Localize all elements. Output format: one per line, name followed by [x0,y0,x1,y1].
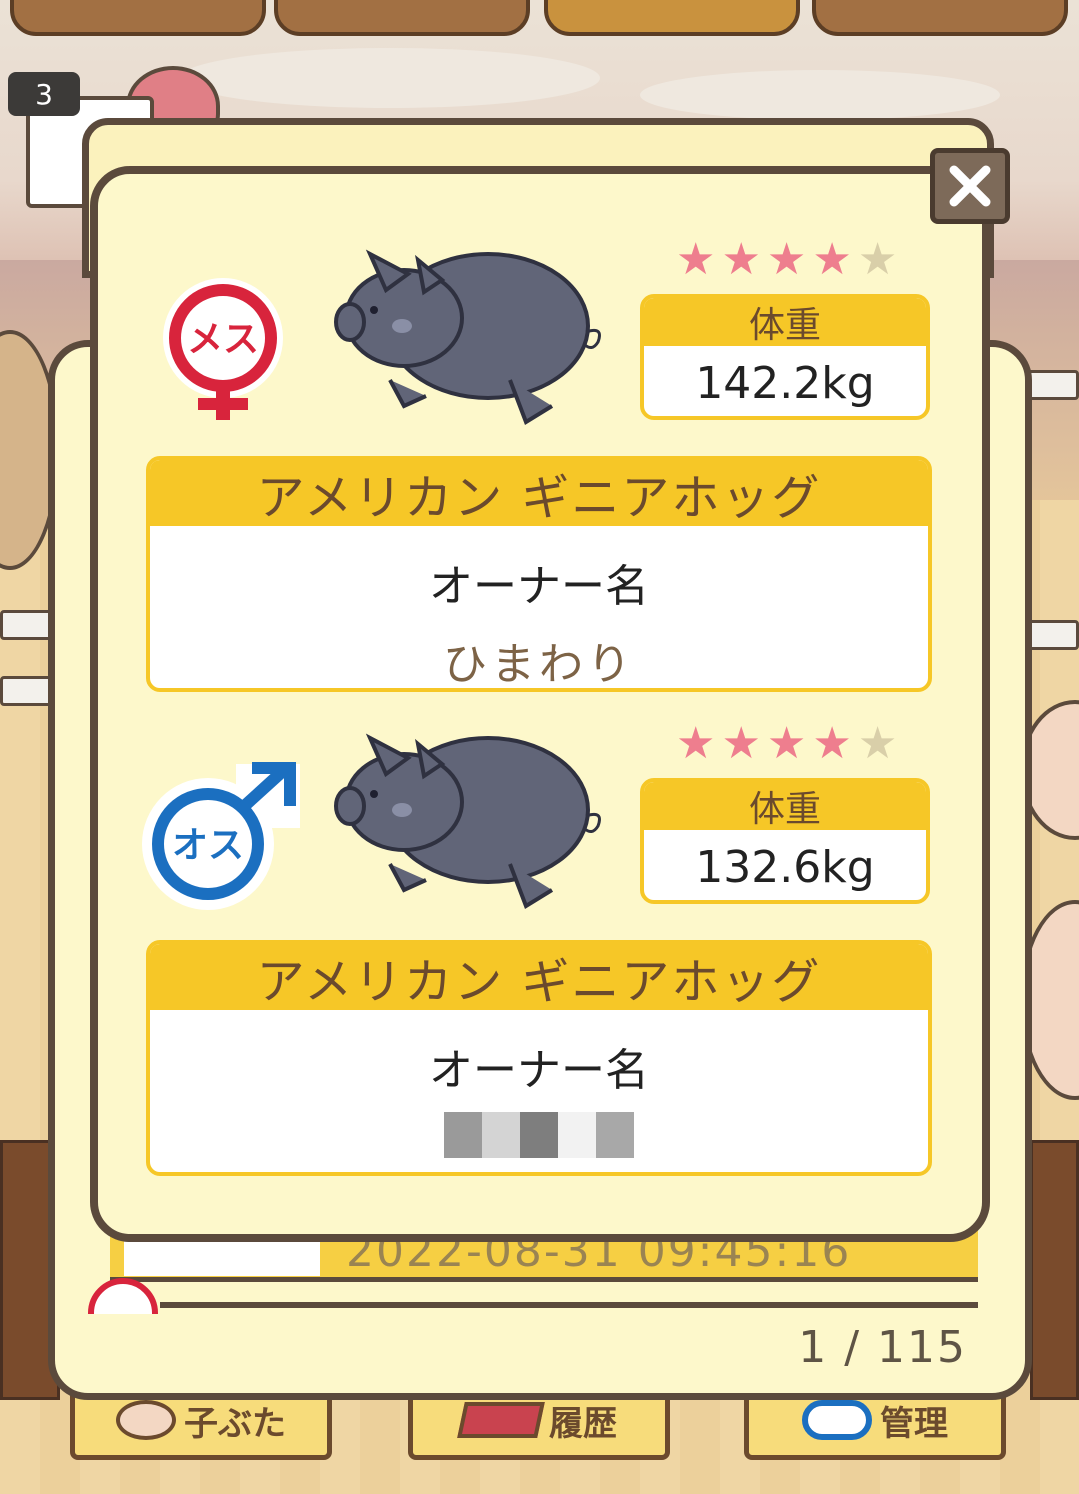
female-badge-icon [88,1278,158,1314]
weight-label: 体重 [644,782,926,830]
breed-name: アメリカン ギニアホッグ [150,944,928,1010]
top-tab[interactable] [274,0,530,36]
star-icon: ★ [857,718,898,769]
weight-value: 142.2kg [695,357,875,409]
weight-label: 体重 [644,298,926,346]
owner-name: ひまわり [443,639,635,690]
key-icon [802,1400,872,1440]
close-icon [949,165,991,207]
close-button[interactable] [930,148,1010,224]
female-icon: メス [163,278,283,420]
owner-label: オーナー名 [429,561,649,612]
weight-panel: 体重 142.2kg [640,294,930,420]
divider [160,1302,978,1308]
star-icon: ★ [812,718,852,769]
star-icon: ★ [766,718,807,769]
rating-stars: ★ ★ ★ ★ ★ [676,722,897,766]
pig-face-icon [116,1400,176,1440]
pig-image [334,733,601,909]
count-badge: 3 [8,72,80,116]
background-post [1030,1140,1079,1400]
star-icon: ★ [857,234,898,285]
top-tab[interactable] [544,0,800,36]
pig-info-card: アメリカン ギニアホッグ オーナー名 [146,940,932,1176]
pig-info-card: アメリカン ギニアホッグ オーナー名 ひまわり [146,456,932,692]
star-icon: ★ [676,234,716,285]
gender-label: メス [187,319,259,360]
star-icon: ★ [676,718,716,769]
star-icon: ★ [812,234,852,285]
background-cloud [640,70,1000,120]
nav-tab-label: 管理 [880,1403,948,1444]
top-tab[interactable] [812,0,1068,36]
nav-tab-label: 履歴 [549,1403,617,1444]
nav-tab-label: 子ぶた [184,1403,286,1444]
pig-image [334,249,601,425]
page-indicator: 1 / 115 [798,1322,967,1373]
weight-value: 132.6kg [695,841,875,893]
background-cloud [180,48,600,108]
star-icon: ★ [721,234,761,285]
weight-panel: 体重 132.6kg [640,778,930,904]
owner-label: オーナー名 [429,1045,649,1096]
breed-name: アメリカン ギニアホッグ [150,460,928,526]
books-icon [457,1402,545,1438]
owner-name-redacted [150,1112,928,1158]
gender-label: オス [172,825,244,866]
rating-stars: ★ ★ ★ ★ ★ [676,238,897,282]
male-icon: オス [142,762,300,910]
star-icon: ★ [766,234,807,285]
top-tab[interactable] [10,0,266,36]
star-icon: ★ [721,718,761,769]
